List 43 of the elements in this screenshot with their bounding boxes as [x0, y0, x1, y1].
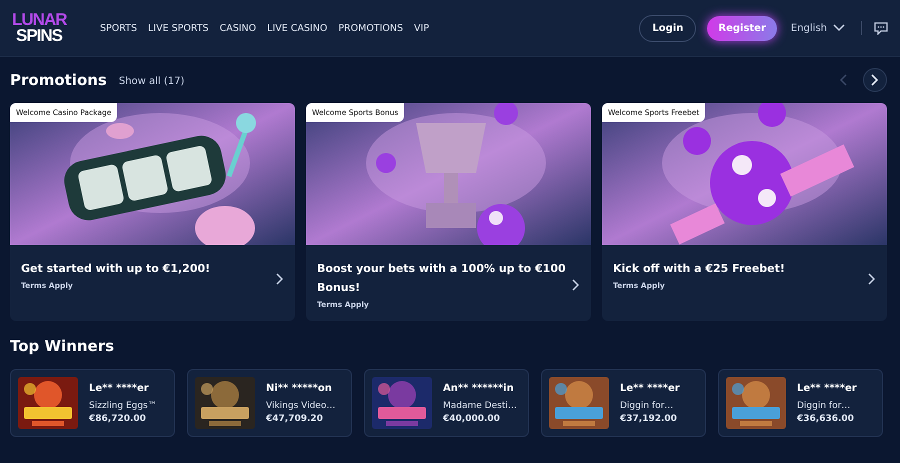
- next-button[interactable]: [863, 68, 887, 92]
- logo[interactable]: LUNAR SPINS: [12, 12, 88, 44]
- winner-name: Ni** *****on: [266, 382, 333, 394]
- promotion-title: Boost your bets with a 100% up to €100 Bonus!: [317, 261, 567, 296]
- nav-link[interactable]: VIP: [414, 22, 430, 34]
- section-title: Promotions: [10, 71, 107, 89]
- winner-name: Le** ****er: [797, 382, 857, 394]
- promotion-title: Kick off with a €25 Freebet!: [613, 261, 786, 277]
- chevron-right-icon[interactable]: [868, 273, 875, 285]
- win-amount: €40,000.00: [443, 414, 501, 424]
- game-name: Sizzling Eggs™: [89, 400, 157, 410]
- winner-card[interactable]: Le** ****er Diggin for… €36,636.00: [718, 369, 883, 437]
- winner-name: Le** ****er: [620, 382, 680, 394]
- game-name: Diggin for…: [797, 400, 852, 410]
- win-amount: €37,192.00: [620, 414, 678, 424]
- section-title: Top Winners: [10, 337, 116, 355]
- register-button[interactable]: Register: [707, 16, 777, 40]
- win-amount: €86,720.00: [89, 414, 147, 424]
- nav-link[interactable]: PROMOTIONS: [338, 22, 404, 34]
- language-selector[interactable]: English: [784, 22, 851, 34]
- winner-name: An** ******in: [443, 382, 515, 394]
- chat-icon[interactable]: [874, 22, 888, 34]
- game-name: Vikings Video…: [266, 400, 336, 410]
- chevron-right-icon: [871, 74, 879, 86]
- win-amount: €47,709.20: [266, 414, 324, 424]
- winner-name: Le** ****er: [89, 382, 150, 394]
- chevron-right-icon[interactable]: [572, 279, 579, 291]
- show-all-link[interactable]: Show all (17): [118, 76, 184, 86]
- nav-link[interactable]: SPORTS: [100, 22, 137, 34]
- nav-link[interactable]: CASINO: [220, 22, 256, 34]
- promotion-title: Get started with up to €1,200!: [21, 261, 212, 277]
- winner-card[interactable]: Le** ****er Sizzling Eggs™ €86,720.00: [10, 369, 175, 437]
- chevron-right-icon[interactable]: [276, 273, 283, 285]
- nav-link[interactable]: LIVE CASINO: [267, 22, 328, 34]
- winner-card[interactable]: An** ******in Madame Desti… €40,000.00: [364, 369, 529, 437]
- win-amount: €36,636.00: [797, 414, 855, 424]
- login-button[interactable]: Login: [639, 14, 696, 42]
- game-name: Madame Desti…: [443, 400, 517, 410]
- winner-card[interactable]: Le** ****er Diggin for… €37,192.00: [541, 369, 706, 437]
- winner-card[interactable]: Ni** *****on Vikings Video… €47,709.20: [187, 369, 352, 437]
- nav-link[interactable]: LIVE SPORTS: [148, 22, 209, 34]
- game-name: Diggin for…: [620, 400, 674, 410]
- caret-icon: [833, 24, 845, 32]
